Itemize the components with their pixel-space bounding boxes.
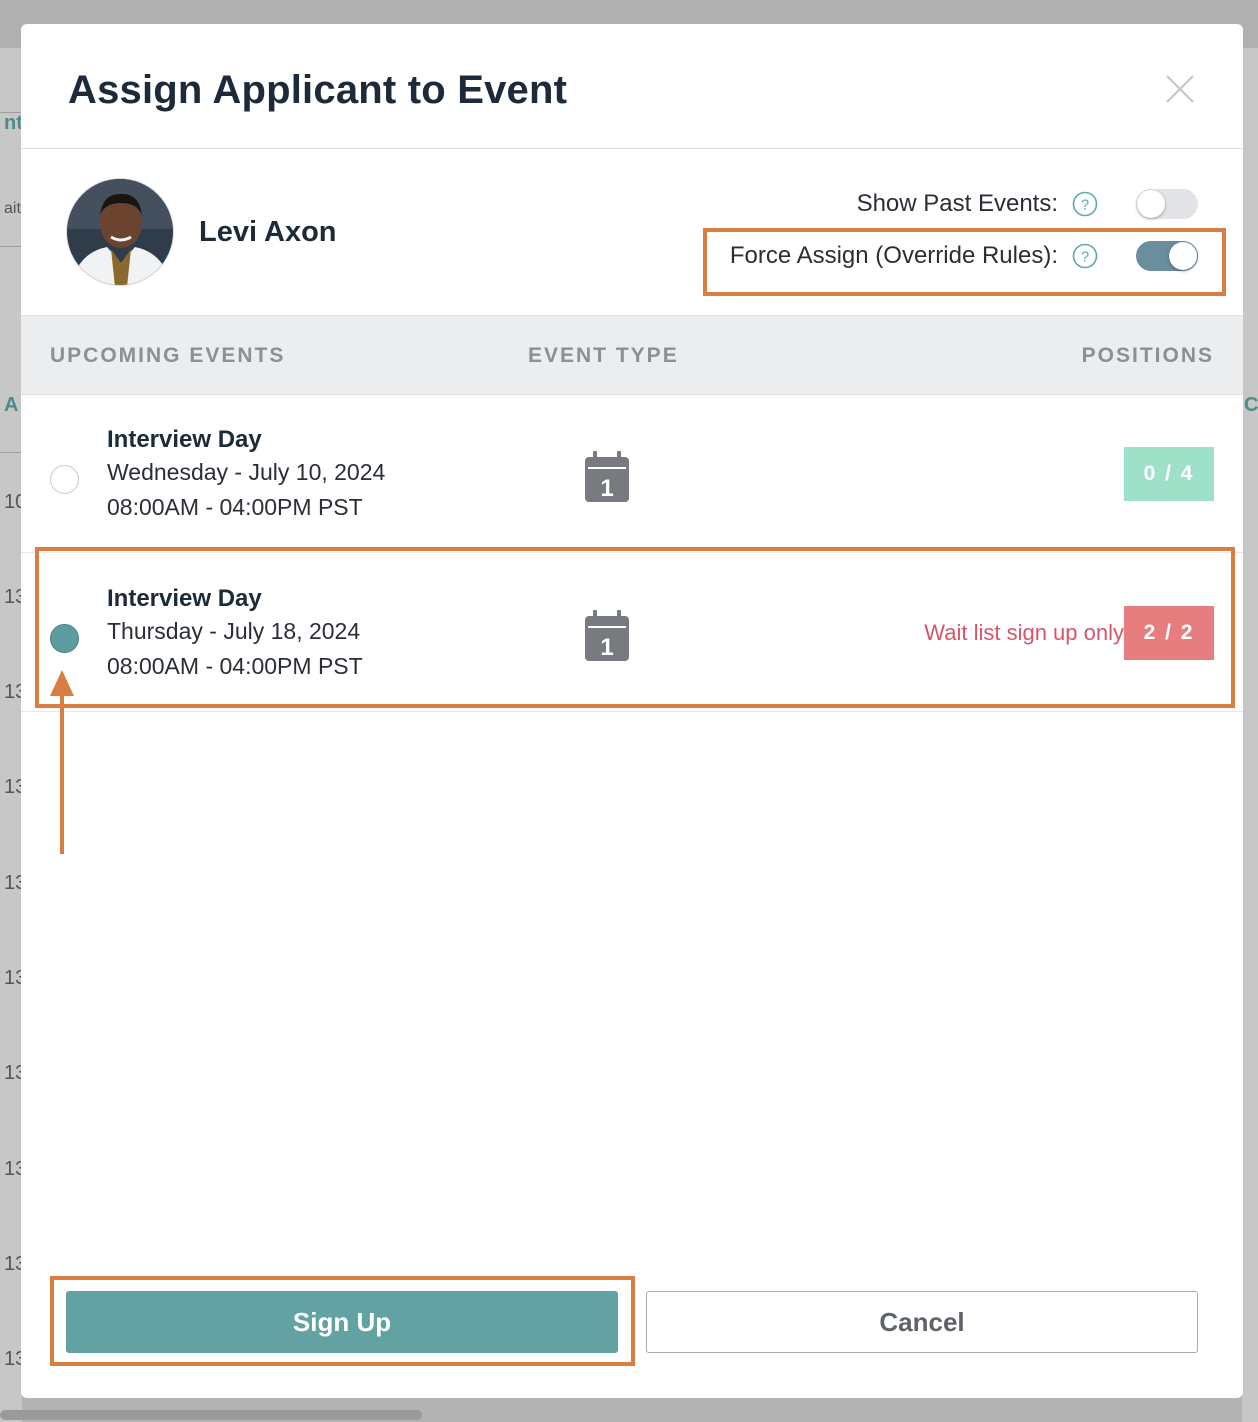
show-past-events-label: Show Past Events: (856, 190, 1058, 217)
avatar-photo (67, 179, 173, 285)
event-row[interactable]: Interview Day Thursday - July 18, 2024 0… (21, 554, 1243, 712)
event-radio-button[interactable] (50, 624, 79, 653)
event-date: Wednesday - July 10, 2024 (107, 459, 386, 485)
positions-badge: 0 / 4 (1124, 447, 1214, 501)
waitlist-status: Wait list sign up only (924, 620, 1124, 645)
event-row[interactable]: Interview Day Wednesday - July 10, 2024 … (21, 395, 1243, 553)
calendar-icon: 1 (585, 610, 629, 661)
close-icon[interactable] (1165, 74, 1195, 104)
force-assign-row: Force Assign (Override Rules): ? (730, 241, 1198, 271)
force-assign-toggle[interactable] (1136, 241, 1198, 271)
applicant-section: Levi Axon Show Past Events: ? Force Assi… (21, 149, 1243, 315)
applicant-name: Levi Axon (199, 216, 337, 248)
event-radio-button[interactable] (50, 465, 79, 494)
event-type-number: 1 (600, 634, 613, 661)
toggle-knob (1169, 242, 1197, 270)
force-assign-label: Force Assign (Override Rules): (729, 242, 1058, 269)
cancel-button[interactable]: Cancel (646, 1291, 1198, 1353)
event-date: Thursday - July 18, 2024 (107, 618, 361, 644)
svg-text:?: ? (1081, 249, 1089, 266)
calendar-icon: 1 (585, 451, 629, 502)
events-table-header: UPCOMING EVENTS EVENT TYPE POSITIONS (21, 315, 1243, 395)
background-fragment: C (1244, 394, 1258, 416)
event-name: Interview Day (107, 585, 262, 612)
help-icon[interactable]: ? (1072, 243, 1098, 269)
background-page-left: nt aitl A 10 13 13 13 13 13 13 13 13 13 (0, 48, 26, 1422)
event-type-number: 1 (600, 475, 613, 502)
help-icon[interactable]: ? (1072, 191, 1098, 217)
positions-badge: 2 / 2 (1124, 606, 1214, 660)
background-divider (0, 246, 22, 247)
background-divider (0, 112, 22, 113)
avatar (66, 178, 174, 286)
background-fragment: A (4, 394, 19, 416)
event-time: 08:00AM - 04:00PM PST (107, 494, 363, 520)
toggle-knob (1137, 190, 1165, 218)
modal-header: Assign Applicant to Event (21, 24, 1243, 149)
sign-up-button[interactable]: Sign Up (66, 1291, 618, 1353)
background-divider (0, 452, 22, 453)
assign-event-modal: Assign Applicant to Event Levi Axon Show… (21, 24, 1243, 1398)
column-header-upcoming-events: UPCOMING EVENTS (50, 344, 286, 367)
show-past-events-toggle[interactable] (1136, 189, 1198, 219)
modal-title: Assign Applicant to Event (68, 68, 568, 112)
background-page-right: C (1242, 48, 1258, 1422)
event-time: 08:00AM - 04:00PM PST (107, 653, 363, 679)
svg-text:?: ? (1081, 197, 1089, 214)
background-scrollbar[interactable] (0, 1410, 422, 1420)
event-name: Interview Day (107, 426, 262, 453)
column-header-positions: POSITIONS (1081, 344, 1214, 367)
column-header-event-type: EVENT TYPE (528, 344, 679, 367)
show-past-events-row: Show Past Events: ? (857, 189, 1198, 219)
